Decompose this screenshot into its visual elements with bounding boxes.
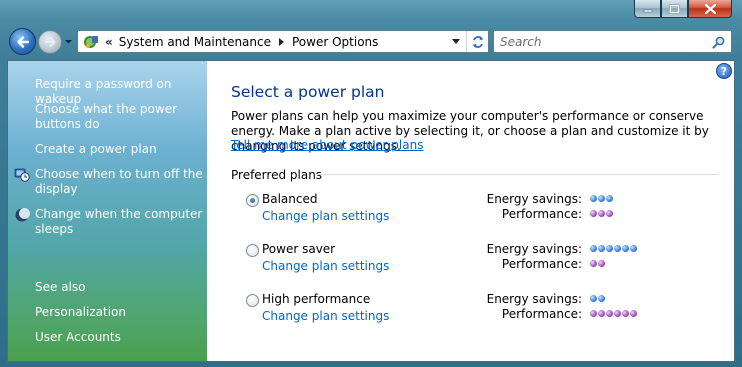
rating-dot (630, 310, 637, 317)
forward-button[interactable] (38, 30, 62, 54)
breadcrumb-system-and-maintenance[interactable]: System and Maintenance (119, 35, 271, 49)
maximize-button[interactable] (661, 0, 688, 18)
plan-radio[interactable] (246, 244, 259, 257)
page-title: Select a power plan (231, 83, 385, 101)
plan-radio[interactable] (246, 194, 259, 207)
change-plan-settings-link[interactable]: Change plan settings (262, 259, 389, 273)
help-button[interactable]: ? (716, 63, 732, 79)
plan-power-saver: Power saver Change plan settings Energy … (246, 242, 706, 278)
task-change-sleep-time[interactable]: Change when the computer sleeps (35, 207, 205, 237)
minimize-icon (643, 9, 652, 12)
performance-row: Performance: (426, 257, 582, 272)
breadcrumb-overflow[interactable]: « (105, 35, 113, 49)
see-also-user-accounts[interactable]: User Accounts (35, 330, 205, 345)
maximize-icon (669, 3, 680, 14)
see-also-heading: See also (35, 280, 86, 294)
performance-rating (590, 310, 637, 318)
rating-dot (598, 295, 605, 302)
energy-savings-row: Energy savings: (426, 242, 582, 257)
performance-label: Performance: (501, 207, 582, 221)
change-plan-settings-link[interactable]: Change plan settings (262, 309, 389, 323)
rating-dot (598, 260, 605, 267)
refresh-button[interactable] (466, 31, 488, 52)
search-box[interactable] (493, 30, 732, 53)
rating-dot (590, 195, 597, 202)
close-icon (704, 3, 716, 14)
rating-dot (598, 195, 605, 202)
sleep-moon-icon (15, 208, 30, 222)
plan-name[interactable]: Balanced (262, 192, 317, 206)
search-button[interactable] (709, 33, 727, 51)
energy-savings-row: Energy savings: (426, 192, 582, 207)
rating-dot (598, 210, 605, 217)
performance-row: Performance: (426, 207, 582, 222)
search-input[interactable] (494, 31, 699, 52)
breadcrumb-power-options[interactable]: Power Options (292, 35, 378, 49)
rating-dot (590, 260, 597, 267)
rating-dot (590, 310, 597, 317)
rating-dot (598, 310, 605, 317)
task-turn-off-display[interactable]: Choose when to turn off the display (35, 167, 205, 197)
address-bar[interactable]: « System and Maintenance Power Options (77, 30, 489, 53)
rating-dot (630, 245, 637, 252)
preferred-plans-label: Preferred plans (231, 168, 323, 182)
chevron-down-icon (452, 39, 460, 44)
window-frame: « System and Maintenance Power Options S… (0, 0, 742, 367)
performance-label: Performance: (501, 307, 582, 321)
recent-pages-dropdown[interactable] (64, 37, 73, 46)
performance-rating (590, 210, 613, 218)
plan-balanced: Balanced Change plan settings Energy sav… (246, 192, 706, 228)
control-panel-content: Require a password on wakeup Choose what… (7, 60, 735, 362)
rating-dot (622, 245, 629, 252)
energy-savings-row: Energy savings: (426, 292, 582, 307)
forward-arrow-icon (45, 37, 56, 47)
task-pane: Require a password on wakeup Choose what… (8, 61, 207, 361)
title-bar[interactable] (0, 0, 742, 22)
refresh-icon (472, 35, 483, 48)
change-plan-settings-link[interactable]: Change plan settings (262, 209, 389, 223)
energy-savings-label: Energy savings: (486, 292, 582, 306)
performance-label: Performance: (501, 257, 582, 271)
energy-savings-label: Energy savings: (486, 242, 582, 256)
rating-dot (614, 310, 621, 317)
close-button[interactable] (688, 0, 732, 18)
navigation-bar: « System and Maintenance Power Options (0, 22, 742, 60)
caption-buttons (634, 0, 732, 18)
minimize-button[interactable] (634, 0, 661, 18)
rating-dot (606, 210, 613, 217)
task-create-power-plan[interactable]: Create a power plan (35, 142, 205, 157)
rating-dot (606, 310, 613, 317)
control-panel-icon (81, 32, 101, 52)
rating-dot (590, 245, 597, 252)
see-also-personalization[interactable]: Personalization (35, 305, 205, 320)
energy-savings-label: Energy savings: (486, 192, 582, 206)
energy-savings-rating (590, 195, 613, 203)
performance-row: Performance: (426, 307, 582, 322)
group-divider (316, 174, 719, 175)
energy-savings-rating (590, 245, 637, 253)
rating-dot (622, 310, 629, 317)
rating-dot (598, 245, 605, 252)
address-dropdown-button[interactable] (448, 31, 464, 52)
plan-radio[interactable] (246, 294, 259, 307)
main-panel: ? Select a power plan Power plans can he… (207, 61, 734, 361)
back-button[interactable] (9, 28, 36, 55)
display-timer-icon (14, 168, 30, 182)
energy-savings-rating (590, 295, 605, 303)
rating-dot (590, 295, 597, 302)
performance-rating (590, 260, 605, 268)
task-choose-power-buttons[interactable]: Choose what the power buttons do (35, 102, 205, 132)
plan-high-performance: High performance Change plan settings En… (246, 292, 706, 328)
breadcrumb-arrow-icon[interactable] (278, 37, 285, 46)
rating-dot (606, 245, 613, 252)
plan-name[interactable]: Power saver (262, 242, 335, 256)
plan-name[interactable]: High performance (262, 292, 370, 306)
rating-dot (590, 210, 597, 217)
learn-more-link[interactable]: Tell me more about power plans (231, 138, 423, 152)
back-arrow-icon (16, 35, 29, 48)
rating-dot (614, 245, 621, 252)
search-icon (712, 36, 724, 48)
rating-dot (606, 195, 613, 202)
